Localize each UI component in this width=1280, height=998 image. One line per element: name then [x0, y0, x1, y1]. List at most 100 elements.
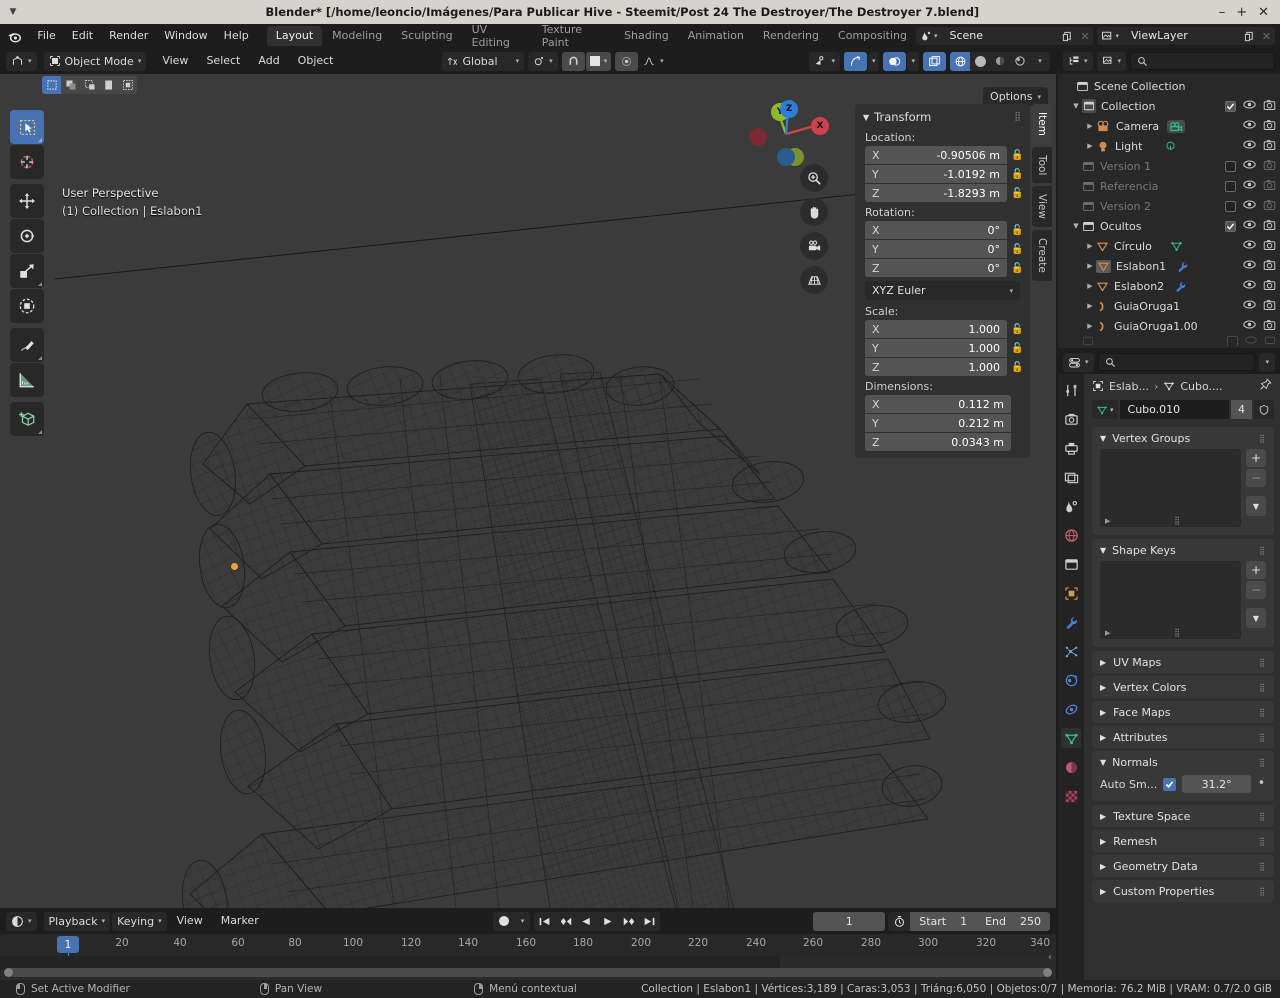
properties-editor-type[interactable]: ▾: [1063, 352, 1094, 372]
camera-render-icon[interactable]: [1263, 299, 1276, 314]
transform-tool[interactable]: [10, 289, 44, 323]
panel-vertex-groups-header[interactable]: ▼ Vertex Groups ⣿: [1092, 427, 1274, 449]
current-frame-field[interactable]: 1: [813, 911, 886, 931]
shading-wireframe[interactable]: [950, 51, 970, 71]
collection-enable-checkbox[interactable]: [1225, 180, 1236, 192]
outliner-row-guiaoruga1[interactable]: ▶ GuiaOruga1: [1058, 296, 1280, 316]
shading-mode-group[interactable]: ▾: [950, 51, 1050, 71]
breadcrumb-object[interactable]: Eslab...: [1109, 380, 1149, 393]
xray-toggle[interactable]: [923, 51, 946, 71]
camera-render-icon[interactable]: [1264, 336, 1276, 346]
shading-options-dropdown[interactable]: ▾: [1030, 52, 1050, 71]
show-gizmo-toggle[interactable]: [843, 51, 867, 71]
scale-x-row[interactable]: X 1.000 🔓: [855, 320, 1030, 338]
snap-magnet-toggle[interactable]: [561, 51, 585, 71]
add-cube-tool[interactable]: [10, 402, 44, 436]
transform-orientation-selector[interactable]: Global ▾: [441, 51, 525, 71]
eye-icon[interactable]: [1243, 119, 1256, 133]
scene-tab[interactable]: [1061, 496, 1081, 516]
collection-enable-checkbox[interactable]: [1227, 336, 1238, 346]
viewlayer-name[interactable]: ViewLayer: [1123, 27, 1241, 45]
tab-view[interactable]: View: [1032, 186, 1052, 228]
camera-render-icon[interactable]: [1263, 139, 1276, 154]
constraints-tab[interactable]: [1061, 699, 1081, 719]
output-tab[interactable]: [1061, 438, 1081, 458]
outliner-row-ocultos[interactable]: ▼ Ocultos: [1058, 216, 1280, 236]
outliner-row-referencia[interactable]: Referencia: [1058, 176, 1280, 196]
expand-triangle-icon[interactable]: ▶: [1084, 302, 1096, 310]
panel-uv-maps[interactable]: ▶ UV Maps ⣿: [1092, 651, 1274, 673]
collection-enable-checkbox[interactable]: [1225, 200, 1236, 212]
measure-tool[interactable]: [10, 363, 44, 397]
location-y-row[interactable]: Y -1.0192 m 🔓: [855, 165, 1030, 183]
panel-drag-handle[interactable]: ⣿: [1259, 887, 1266, 896]
rotation-z-value[interactable]: 0°: [988, 262, 1001, 275]
menu-edit[interactable]: Edit: [64, 27, 101, 45]
camera-render-icon[interactable]: [1263, 279, 1276, 294]
panel-drag-handle[interactable]: ⣿: [1259, 758, 1266, 767]
vertex-groups-list[interactable]: ▶ ⣿: [1100, 449, 1241, 527]
lock-location-y-icon[interactable]: 🔓: [1011, 169, 1024, 180]
auto-keyframe-group[interactable]: ▾: [492, 911, 531, 931]
scrollbar-knob-right[interactable]: [1043, 968, 1052, 977]
panel-drag-handle[interactable]: ⣿: [1259, 434, 1266, 443]
select-intersect-button[interactable]: [118, 76, 137, 94]
lock-rotation-y-icon[interactable]: 🔓: [1011, 244, 1024, 255]
material-tab[interactable]: [1061, 757, 1081, 777]
snap-target-selector[interactable]: ▾: [585, 51, 612, 71]
camera-render-icon[interactable]: [1263, 239, 1276, 254]
rotation-mode-selector[interactable]: XYZ Euler ▾: [865, 281, 1020, 300]
gizmo-z-axis[interactable]: Z: [780, 100, 798, 118]
fake-user-icon[interactable]: [1254, 400, 1274, 419]
collection-enable-checkbox[interactable]: [1225, 160, 1236, 172]
pin-icon[interactable]: [1259, 378, 1272, 394]
panel-geometry-data[interactable]: ▶ Geometry Data ⣿: [1092, 855, 1274, 877]
tab-modeling[interactable]: Modeling: [323, 26, 391, 46]
minimize-button[interactable]: –: [1219, 6, 1226, 19]
camera-render-icon[interactable]: [1263, 319, 1276, 334]
jump-end-icon[interactable]: [639, 912, 660, 931]
expand-triangle-icon[interactable]: ▶: [1084, 142, 1096, 150]
texture-tab[interactable]: [1061, 786, 1081, 806]
panel-drag-handle[interactable]: ⣿: [1259, 708, 1266, 717]
expand-triangle-icon[interactable]: ▶: [1084, 122, 1096, 130]
select-mode-group[interactable]: [42, 76, 137, 94]
tab-rendering[interactable]: Rendering: [754, 26, 828, 46]
outliner-row-scene-collection[interactable]: Scene Collection: [1058, 76, 1280, 96]
remove-vertex-group-button[interactable]: −: [1246, 469, 1266, 487]
window-menu-icon[interactable]: ▼: [0, 7, 26, 17]
panel-texture-space[interactable]: ▶ Texture Space ⣿: [1092, 805, 1274, 827]
modifiers-tab[interactable]: [1061, 612, 1081, 632]
datablock-name-input[interactable]: Cubo.010: [1119, 400, 1229, 419]
play-icon[interactable]: [597, 912, 618, 931]
keying-options-dropdown[interactable]: ▾: [515, 912, 531, 931]
timeline-menu-marker[interactable]: Marker: [213, 912, 267, 931]
playback-menu[interactable]: Playback ▾: [43, 911, 111, 931]
jump-start-icon[interactable]: [534, 912, 555, 931]
shading-rendered[interactable]: [1010, 52, 1030, 71]
use-preview-range-icon[interactable]: [888, 911, 911, 931]
viewport-menu-view[interactable]: View: [154, 52, 196, 70]
scrollbar-knob-left[interactable]: [4, 968, 13, 977]
rotation-x-value[interactable]: 0°: [988, 224, 1001, 237]
tab-create[interactable]: Create: [1032, 230, 1052, 282]
outliner-row-version-1[interactable]: Version 1: [1058, 156, 1280, 176]
overlays-options-dropdown[interactable]: ▾: [907, 51, 919, 71]
auto-smooth-angle-field[interactable]: 31.2°: [1182, 775, 1251, 793]
shading-material[interactable]: [990, 52, 1010, 71]
menu-render[interactable]: Render: [101, 27, 156, 45]
eye-icon[interactable]: [1245, 336, 1257, 346]
blender-logo-icon[interactable]: [0, 29, 29, 44]
dimensions-x-value[interactable]: 0.112 m: [958, 398, 1004, 411]
tweak-select-tool[interactable]: [10, 110, 44, 144]
eye-icon[interactable]: [1243, 199, 1256, 213]
eye-icon[interactable]: [1243, 179, 1256, 193]
eye-icon[interactable]: [1243, 219, 1256, 233]
menu-window[interactable]: Window: [156, 27, 215, 45]
grid-icon[interactable]: [800, 266, 828, 294]
light-data-icon[interactable]: [1164, 140, 1177, 153]
outliner-row-collection[interactable]: ▼ Collection: [1058, 96, 1280, 116]
scale-x-value[interactable]: 1.000: [969, 323, 1001, 336]
viewlayer-browse-icon[interactable]: ▾: [1097, 27, 1123, 45]
lock-rotation-x-icon[interactable]: 🔓: [1011, 225, 1024, 236]
